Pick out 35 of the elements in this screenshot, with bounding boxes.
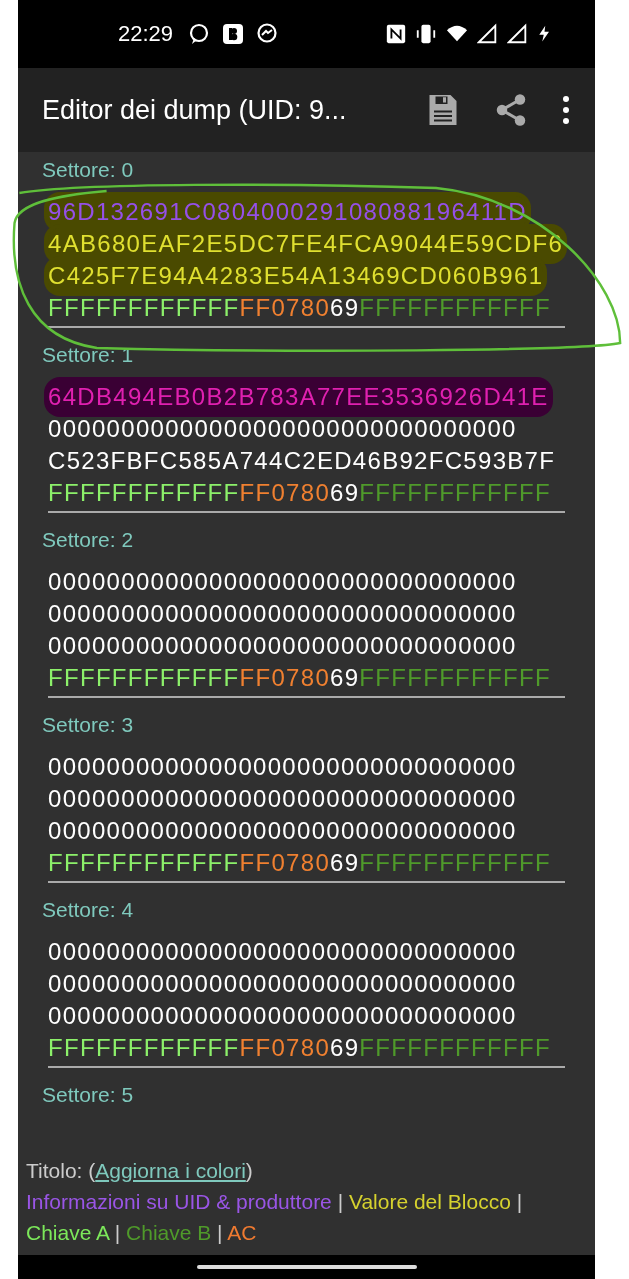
legend-separator: | — [515, 1190, 523, 1213]
clock-time: 22:29 — [118, 21, 174, 47]
hex-block-line: 00000000000000000000000000000000 — [48, 969, 517, 999]
screen-title: Editor dei dump (UID: 9... — [42, 94, 348, 126]
hex-block-line: FFFFFFFFFFFFFF078069FFFFFFFFFFFF — [48, 848, 551, 878]
hex-block-line: 00000000000000000000000000000000 — [48, 816, 517, 846]
legend-item: Informazioni su UID & produttore — [26, 1190, 332, 1213]
legend-item: Chiave A — [26, 1221, 109, 1244]
hex-block-line: FFFFFFFFFFFFFF078069FFFFFFFFFFFF — [48, 478, 551, 508]
sector-heading: Settore: 2 — [42, 527, 135, 553]
legend-item: Chiave B — [126, 1221, 212, 1244]
hex-block-line: 00000000000000000000000000000000 — [48, 752, 517, 782]
legend-separator: | — [336, 1190, 345, 1213]
hex-block-line: 00000000000000000000000000000000 — [48, 784, 517, 814]
hex-block-line: 00000000000000000000000000000000 — [48, 631, 517, 661]
hex-block-line: 00000000000000000000000000000000 — [48, 1001, 517, 1031]
legend-item: Valore del Blocco — [348, 1190, 511, 1213]
hex-block-line: 00000000000000000000000000000000 — [48, 414, 517, 444]
sector-heading: Settore: 0 — [42, 157, 135, 183]
hex-block-line: 00000000000000000000000000000000 — [48, 567, 517, 597]
hex-block-line: 00000000000000000000000000000000 — [48, 599, 517, 629]
legend-separator: | — [216, 1221, 224, 1244]
hex-block-line: FFFFFFFFFFFFFF078069FFFFFFFFFFFF — [48, 1033, 551, 1063]
sector-heading: Settore: 4 — [42, 897, 135, 923]
hex-block-line: C523FBFC585A744C2ED46B92FC593B7F — [48, 446, 556, 476]
sector-heading: Settore: 5 — [42, 1082, 135, 1108]
legend-title: Titolo: ( — [26, 1159, 96, 1182]
sector-heading: Settore: 3 — [42, 712, 135, 738]
legend-paren: ) — [245, 1159, 253, 1182]
hex-block-line: FFFFFFFFFFFFFF078069FFFFFFFFFFFF — [48, 663, 551, 693]
hex-block-line: FFFFFFFFFFFFFF078069FFFFFFFFFFFF — [48, 293, 551, 323]
update-colors-link[interactable]: Aggiorna i colori — [95, 1159, 246, 1182]
legend-separator: | — [113, 1221, 122, 1244]
legend-item: AC — [227, 1221, 257, 1244]
hex-block-line: 00000000000000000000000000000000 — [48, 937, 517, 967]
